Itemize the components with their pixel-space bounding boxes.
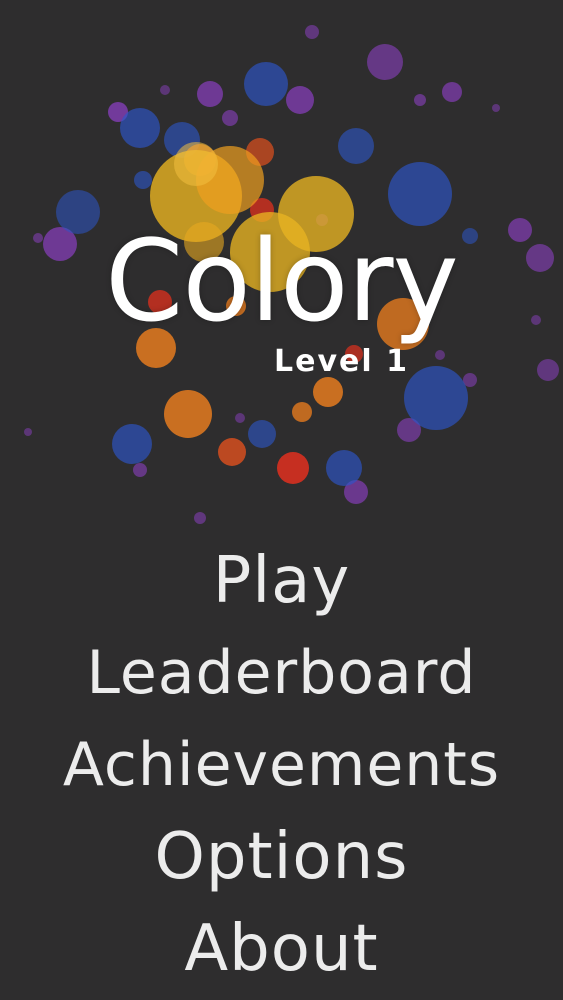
particle <box>492 104 500 112</box>
particle <box>442 82 462 102</box>
particle <box>326 450 362 486</box>
particle <box>174 142 218 186</box>
particle <box>112 424 152 464</box>
particle <box>120 108 160 148</box>
particle <box>222 110 238 126</box>
particle <box>244 62 288 106</box>
particle <box>305 25 319 39</box>
particle <box>313 377 343 407</box>
particle <box>24 428 32 436</box>
particle <box>248 420 276 448</box>
menu-item-options[interactable]: Options <box>0 811 563 903</box>
menu-item-achievements[interactable]: Achievements <box>0 719 563 811</box>
game-title: Colory <box>105 217 459 347</box>
particle <box>338 128 374 164</box>
particle <box>218 438 246 466</box>
particle <box>235 413 245 423</box>
particle <box>164 390 212 438</box>
menu-item-play[interactable]: Play <box>0 535 563 627</box>
particle <box>194 512 206 524</box>
particle <box>277 452 309 484</box>
particle <box>160 85 170 95</box>
particle <box>134 171 152 189</box>
menu-item-about[interactable]: About <box>0 903 563 995</box>
level-label: Level 1 <box>274 344 409 379</box>
menu-item-leaderboard[interactable]: Leaderboard <box>0 627 563 719</box>
title-screen: Colory Level 1 Play Leaderboard Achievem… <box>0 0 563 1000</box>
particle <box>292 402 312 422</box>
particle <box>367 44 403 80</box>
particle <box>133 463 147 477</box>
particle <box>286 86 314 114</box>
particle <box>414 94 426 106</box>
particle <box>197 81 223 107</box>
main-menu: Play Leaderboard Achievements Options Ab… <box>0 535 563 995</box>
